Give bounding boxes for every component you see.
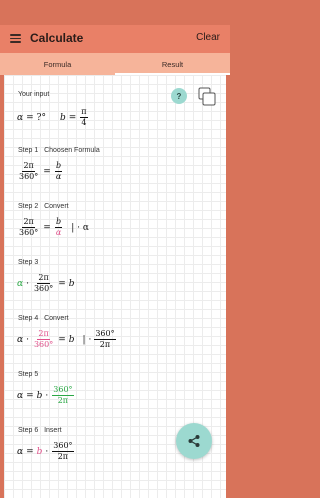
fraction: 2π 360° (33, 274, 54, 293)
numerator: 360° (52, 441, 74, 452)
step-number: Step 4 (18, 315, 39, 322)
step-3-equation: α · 2π 360° = b (17, 274, 75, 293)
step-number: Step 1 (18, 147, 39, 154)
dot-operator: · (45, 390, 49, 401)
dot-operator: · (26, 334, 29, 345)
step-1-equation: 2π 360° = b α (17, 162, 63, 181)
menu-icon[interactable] (10, 34, 21, 43)
step-title: Insert (44, 427, 62, 434)
equals-sign: = (26, 112, 34, 123)
numerator: 2π (37, 329, 50, 340)
fraction: 2π 360° (18, 162, 39, 181)
dot-operator: · (26, 278, 29, 289)
denominator: α (55, 172, 62, 181)
alpha-symbol: α (17, 278, 24, 289)
b-symbol: b (59, 112, 66, 123)
numerator: 2π (37, 273, 50, 284)
alpha-symbol: α (17, 390, 24, 401)
step-2-equation: 2π 360° = b α | · α (17, 218, 89, 237)
denominator: α (55, 228, 62, 237)
fraction: 360° 2π (52, 385, 74, 405)
status-bar (0, 0, 230, 25)
step-number: Step 2 (18, 203, 39, 210)
b-symbol: b (68, 334, 75, 345)
app-bar: Calculate Clear (0, 25, 230, 53)
step-1-label: Step 1 Choosen Formula (18, 147, 100, 154)
numerator: 2π (22, 217, 35, 228)
b-symbol: b (68, 278, 75, 289)
b-symbol: b (36, 446, 43, 457)
denominator: 2π (57, 452, 69, 461)
step-4-label: Step 4 Convert (18, 315, 69, 322)
multiply-note: | · (82, 334, 92, 345)
copy-icon[interactable] (196, 86, 218, 108)
denominator: 360° (19, 172, 39, 181)
fraction: b α (54, 161, 63, 181)
numerator: b (54, 161, 63, 172)
numerator: 360° (52, 385, 74, 396)
b-fraction: π 4 (80, 107, 88, 127)
tab-result[interactable]: Result (115, 53, 230, 75)
equals-sign: = (58, 278, 66, 289)
b-symbol: b (36, 390, 43, 401)
page-title: Calculate (30, 31, 84, 45)
equals-sign: = (43, 222, 51, 233)
tab-bar: Formula Result (0, 53, 230, 75)
share-button[interactable] (176, 423, 212, 459)
equals-sign: = (58, 334, 66, 345)
step-number: Step 6 (18, 427, 39, 434)
clear-button[interactable]: Clear (196, 32, 220, 43)
numerator: 360° (94, 329, 116, 340)
step-5-label: Step 5 (18, 371, 39, 378)
step-3-label: Step 3 (18, 259, 39, 266)
input-heading: Your input (18, 91, 50, 98)
denominator: 2π (99, 340, 111, 349)
help-button[interactable]: ? (171, 88, 187, 104)
step-title: Choosen Formula (44, 147, 100, 154)
dot-operator: · (45, 446, 49, 457)
step-2-label: Step 2 Convert (18, 203, 69, 210)
share-icon (188, 435, 200, 447)
step-6-equation: α = b · 360° 2π (17, 442, 75, 461)
equals-sign: = (26, 390, 34, 401)
input-equation: α = ?° b = π 4 (17, 108, 89, 127)
denominator: 360° (33, 284, 54, 293)
b-numerator: π (80, 107, 88, 118)
equals-sign: = (26, 446, 34, 457)
step-6-label: Step 6 Insert (18, 427, 62, 434)
denominator: 360° (19, 228, 39, 237)
tab-formula[interactable]: Formula (0, 53, 115, 75)
numerator: 2π (22, 161, 35, 172)
multiply-note: | · α (71, 222, 89, 233)
equals-sign: = (43, 166, 51, 177)
alpha-symbol: α (17, 112, 24, 123)
step-4-equation: α · 2π 360° = b | · 360° 2π (17, 330, 117, 349)
fraction: 2π 360° (18, 218, 39, 237)
fraction: b α (54, 217, 63, 237)
numerator: b (54, 217, 63, 228)
alpha-symbol: α (17, 334, 24, 345)
denominator: 360° (33, 340, 54, 349)
alpha-value: ?° (36, 112, 46, 123)
fraction: 360° 2π (94, 329, 116, 349)
step-title: Convert (44, 315, 69, 322)
step-title: Convert (44, 203, 69, 210)
fraction: 2π 360° (33, 330, 54, 349)
denominator: 2π (57, 396, 69, 405)
equals-sign: = (68, 112, 77, 123)
b-denominator: 4 (81, 118, 87, 127)
step-5-equation: α = b · 360° 2π (17, 386, 75, 405)
alpha-symbol: α (17, 446, 24, 457)
fraction: 360° 2π (52, 441, 74, 461)
